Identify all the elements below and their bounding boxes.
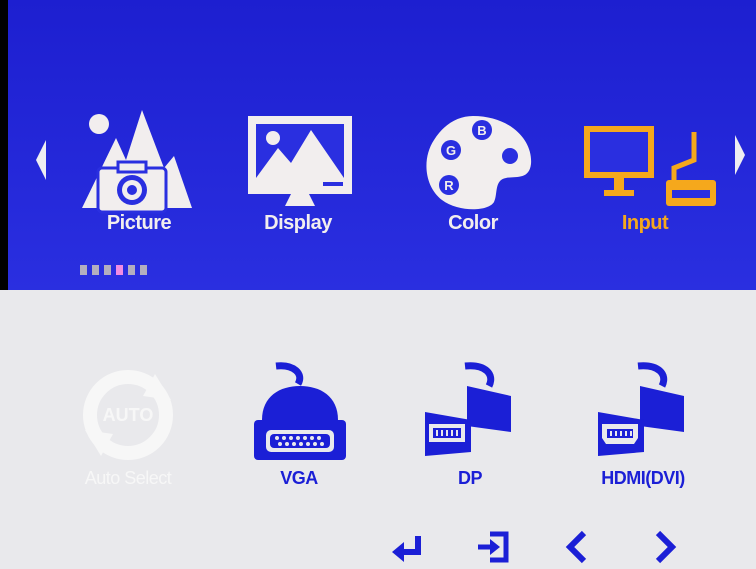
- page-dot: [128, 265, 135, 275]
- input-option-hdmi-dvi[interactable]: HDMI(DVI): [558, 360, 728, 500]
- auto-badge: AUTO: [103, 405, 154, 425]
- menu-item-picture[interactable]: Picture: [64, 108, 214, 248]
- page-dot-active: [116, 265, 123, 275]
- menu-item-color[interactable]: B G R Color: [398, 108, 548, 248]
- displayport-connector-icon: [425, 362, 511, 456]
- enter-icon[interactable]: [388, 530, 428, 564]
- menu-left-arrow-icon[interactable]: [36, 140, 48, 180]
- vga-connector-icon: [254, 362, 346, 460]
- input-label-auto-select: Auto Select: [84, 468, 172, 488]
- input-option-auto-select[interactable]: AUTO Auto Select: [43, 360, 213, 500]
- picture-icon: [82, 110, 192, 214]
- input-label-vga: VGA: [280, 468, 318, 488]
- input-monitor-icon: [584, 126, 716, 206]
- palette-letter-b: B: [477, 123, 486, 138]
- menu-right-arrow-icon[interactable]: [735, 135, 747, 175]
- input-option-dp[interactable]: DP: [385, 360, 555, 500]
- page-dot: [104, 265, 111, 275]
- auto-select-icon: AUTO: [83, 370, 173, 460]
- menu-label-input: Input: [621, 212, 669, 234]
- menu-page-indicator: [80, 265, 147, 275]
- palette-letter-r: R: [444, 178, 454, 193]
- hdmi-connector-icon: [598, 362, 684, 456]
- menu-item-input[interactable]: Input: [570, 108, 720, 248]
- input-label-dp: DP: [457, 468, 483, 488]
- color-palette-icon: B G R: [426, 116, 532, 210]
- left-icon[interactable]: [560, 530, 600, 564]
- display-icon: [248, 116, 352, 206]
- page-dot: [92, 265, 99, 275]
- right-icon[interactable]: [644, 530, 684, 564]
- input-option-vga[interactable]: VGA: [214, 360, 384, 500]
- monitor-osd: Picture Display B G R Color Input AUTO A…: [0, 0, 756, 569]
- menu-label-display: Display: [264, 212, 332, 234]
- exit-icon[interactable]: [472, 530, 512, 564]
- palette-letter-g: G: [446, 143, 456, 158]
- page-dot: [140, 265, 147, 275]
- menu-item-display[interactable]: Display: [223, 108, 373, 248]
- menu-label-color: Color: [448, 212, 498, 234]
- page-dot: [80, 265, 87, 275]
- menu-label-picture: Picture: [106, 212, 172, 234]
- input-label-hdmi-dvi: HDMI(DVI): [601, 468, 685, 488]
